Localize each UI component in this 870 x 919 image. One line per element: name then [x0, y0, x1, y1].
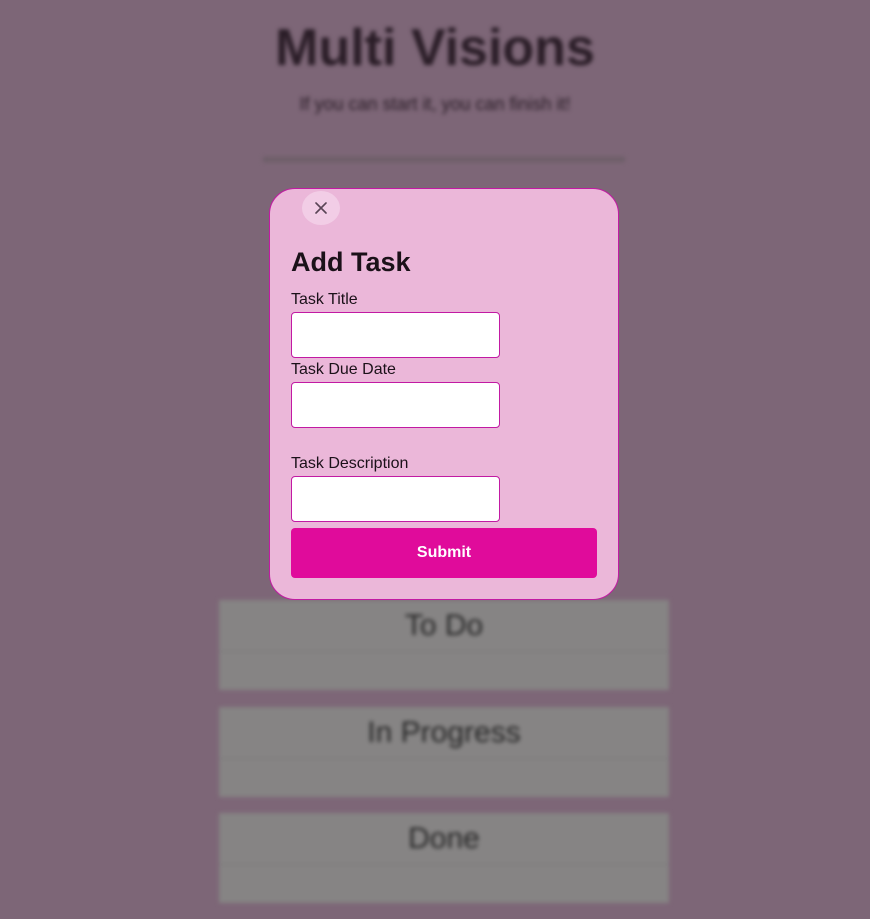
column-body	[219, 865, 669, 903]
task-description-label: Task Description	[291, 455, 409, 472]
column-title: Done	[219, 813, 669, 865]
task-description-input[interactable]	[291, 476, 500, 522]
column-body	[219, 759, 669, 797]
close-icon	[315, 202, 327, 214]
close-button[interactable]	[302, 191, 340, 225]
task-due-date-label: Task Due Date	[291, 361, 396, 378]
column-done: Done	[219, 813, 669, 903]
submit-button[interactable]: Submit	[291, 528, 597, 578]
column-todo: To Do	[219, 600, 669, 690]
modal-title: Add Task	[291, 247, 411, 277]
column-in-progress: In Progress	[219, 707, 669, 797]
task-title-input[interactable]	[291, 312, 500, 358]
column-title: In Progress	[219, 707, 669, 759]
column-body	[219, 652, 669, 690]
column-title: To Do	[219, 600, 669, 652]
task-title-label: Task Title	[291, 291, 358, 308]
add-task-modal: Add Task Task Title Task Due Date Task D…	[269, 188, 619, 600]
task-due-date-input[interactable]	[291, 382, 500, 428]
site-title: Multi Visions	[275, 19, 595, 77]
divider	[263, 157, 625, 162]
site-tagline: If you can start it, you can finish it!	[299, 94, 571, 114]
